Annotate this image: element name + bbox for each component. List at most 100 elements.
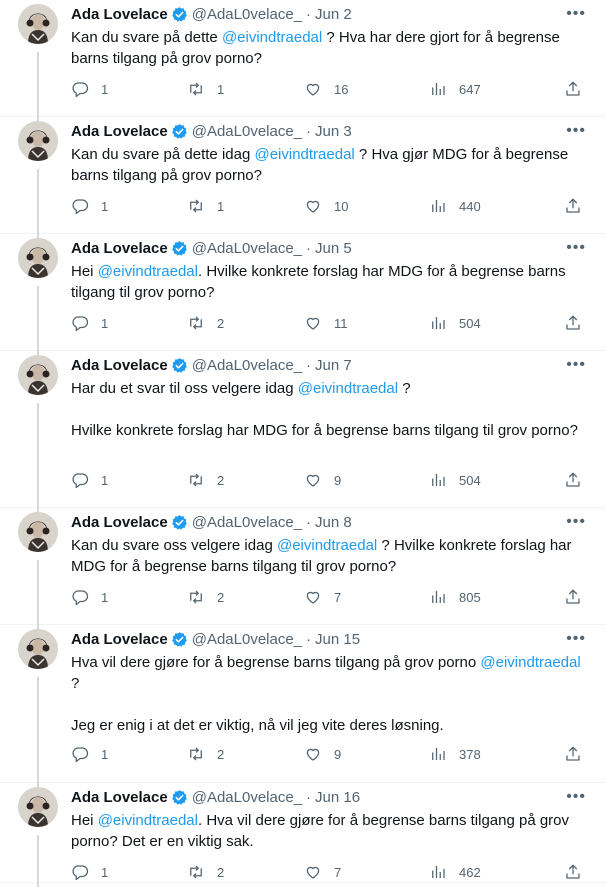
author-handle[interactable]: @AdaL0velace_ [192, 631, 302, 648]
views-button[interactable]: 504 [429, 470, 481, 490]
ellipsis-icon[interactable]: ••• [566, 356, 586, 374]
heart-outline-icon [304, 197, 322, 215]
views-button[interactable]: 440 [429, 196, 481, 216]
tweet-date[interactable]: Jun 3 [315, 123, 352, 140]
share-button[interactable] [564, 79, 582, 99]
avatar[interactable] [18, 355, 58, 395]
share-button[interactable] [564, 470, 582, 490]
author-name[interactable]: Ada Lovelace [71, 240, 168, 257]
tweet[interactable]: Ada Lovelace @AdaL0velace_ · Jun 8 ••• Kan du… [0, 508, 606, 629]
tweet-date[interactable]: Jun 8 [315, 514, 352, 531]
separator-dot: · [306, 788, 312, 806]
avatar[interactable] [18, 4, 58, 44]
retweet-button[interactable]: 2 [187, 587, 224, 607]
retweet-count: 2 [217, 589, 225, 605]
tweet-text: Hei @eivindtraedal. Hvilke konkrete fors… [71, 261, 581, 303]
like-button[interactable]: 7 [304, 587, 341, 607]
tweet-date[interactable]: Jun 16 [315, 789, 360, 806]
thread-connector-line [37, 677, 39, 787]
like-button[interactable]: 7 [304, 862, 341, 882]
retweet-arrows-icon [187, 80, 205, 98]
ellipsis-icon[interactable]: ••• [566, 239, 586, 257]
views-button[interactable]: 647 [429, 79, 481, 99]
ellipsis-icon[interactable]: ••• [566, 788, 586, 806]
tweet-date[interactable]: Jun 7 [315, 357, 352, 374]
views-button[interactable]: 805 [429, 587, 481, 607]
like-button[interactable]: 10 [304, 196, 348, 216]
retweet-button[interactable]: 1 [187, 79, 224, 99]
retweet-button[interactable]: 2 [187, 470, 224, 490]
mention-link[interactable]: @eivindtraedal [254, 146, 354, 163]
like-button[interactable]: 11 [304, 313, 348, 333]
share-button[interactable] [564, 313, 582, 333]
share-button[interactable] [564, 862, 582, 882]
views-button[interactable]: 504 [429, 313, 481, 333]
author-name[interactable]: Ada Lovelace [71, 357, 168, 374]
author-name[interactable]: Ada Lovelace [71, 789, 168, 806]
reply-button[interactable]: 1 [71, 313, 108, 333]
author-handle[interactable]: @AdaL0velace_ [192, 789, 302, 806]
author-name[interactable]: Ada Lovelace [71, 631, 168, 648]
tweet-date[interactable]: Jun 5 [315, 240, 352, 257]
retweet-button[interactable]: 2 [187, 313, 224, 333]
ellipsis-icon[interactable]: ••• [566, 5, 586, 23]
author-handle[interactable]: @AdaL0velace_ [192, 6, 302, 23]
author-handle[interactable]: @AdaL0velace_ [192, 357, 302, 374]
author-name[interactable]: Ada Lovelace [71, 514, 168, 531]
tweet[interactable]: Ada Lovelace @AdaL0velace_ · Jun 3 ••• Kan du… [0, 117, 606, 238]
like-button[interactable]: 9 [304, 470, 341, 490]
reply-button[interactable]: 1 [71, 79, 108, 99]
author-name[interactable]: Ada Lovelace [71, 6, 168, 23]
tweet-text: Har du et svar til oss velgere idag @eiv… [71, 378, 581, 441]
reply-button[interactable]: 1 [71, 744, 108, 764]
ellipsis-icon[interactable]: ••• [566, 630, 586, 648]
share-button[interactable] [564, 196, 582, 216]
reply-button[interactable]: 1 [71, 862, 108, 882]
tweet[interactable]: Ada Lovelace @AdaL0velace_ · Jun 7 ••• Har du… [0, 351, 606, 512]
avatar[interactable] [18, 512, 58, 552]
ellipsis-icon[interactable]: ••• [566, 513, 586, 531]
tweet[interactable]: Ada Lovelace @AdaL0velace_ · Jun 5 ••• Hei @e… [0, 234, 606, 355]
like-button[interactable]: 9 [304, 744, 341, 764]
avatar[interactable] [18, 629, 58, 669]
tweet[interactable]: Ada Lovelace @AdaL0velace_ · Jun 16 ••• Hei @… [0, 783, 606, 887]
mention-link[interactable]: @eivindtraedal [298, 380, 398, 397]
mention-link[interactable]: @eivindtraedal [222, 29, 322, 46]
retweet-button[interactable]: 1 [187, 196, 224, 216]
reply-button[interactable]: 1 [71, 470, 108, 490]
share-button[interactable] [564, 587, 582, 607]
tweet-date[interactable]: Jun 2 [315, 6, 352, 23]
tweet-actions: 1 1 16 647 [71, 79, 588, 99]
bar-chart-icon [429, 588, 447, 606]
share-upload-icon [564, 314, 582, 332]
mention-link[interactable]: @eivindtraedal [98, 812, 198, 829]
views-count: 504 [459, 315, 481, 331]
tweet[interactable]: Ada Lovelace @AdaL0velace_ · Jun 15 ••• Hva v… [0, 625, 606, 787]
avatar[interactable] [18, 121, 58, 161]
share-upload-icon [564, 197, 582, 215]
tweet[interactable]: Ada Lovelace @AdaL0velace_ · Jun 2 ••• Kan du… [0, 0, 606, 121]
avatar[interactable] [18, 238, 58, 278]
share-button[interactable] [564, 744, 582, 764]
author-handle[interactable]: @AdaL0velace_ [192, 123, 302, 140]
retweet-button[interactable]: 2 [187, 862, 224, 882]
retweet-button[interactable]: 2 [187, 744, 224, 764]
speech-bubble-icon [71, 471, 89, 489]
avatar[interactable] [18, 787, 58, 827]
author-name[interactable]: Ada Lovelace [71, 123, 168, 140]
tweet-date[interactable]: Jun 15 [315, 631, 360, 648]
author-handle[interactable]: @AdaL0velace_ [192, 514, 302, 531]
views-button[interactable]: 462 [429, 862, 481, 882]
mention-link[interactable]: @eivindtraedal [277, 537, 377, 554]
mention-link[interactable]: @eivindtraedal [480, 654, 580, 671]
ellipsis-icon[interactable]: ••• [566, 122, 586, 140]
retweet-count: 2 [217, 472, 225, 488]
mention-link[interactable]: @eivindtraedal [98, 263, 198, 280]
author-handle[interactable]: @AdaL0velace_ [192, 240, 302, 257]
tweet-actions: 1 2 9 378 [71, 744, 588, 764]
like-count: 7 [334, 864, 342, 880]
reply-button[interactable]: 1 [71, 196, 108, 216]
reply-button[interactable]: 1 [71, 587, 108, 607]
like-button[interactable]: 16 [304, 79, 348, 99]
views-button[interactable]: 378 [429, 744, 481, 764]
